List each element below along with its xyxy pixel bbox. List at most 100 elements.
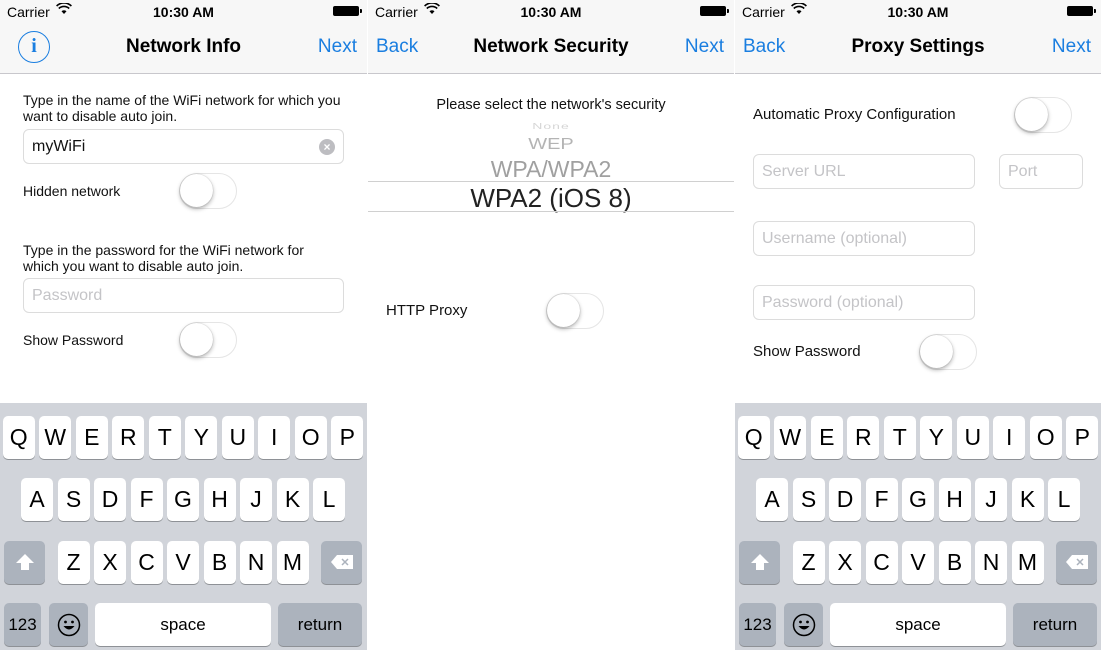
key[interactable]: P (1066, 416, 1099, 459)
network-name-prompt: Type in the name of the WiFi network for… (23, 92, 341, 124)
key[interactable]: Q (2, 416, 35, 459)
security-picker[interactable]: None WEP WPA/WPA2 WPA2 (iOS 8) (368, 110, 734, 220)
key[interactable]: V (167, 541, 199, 584)
network-name-input[interactable]: myWiFi × (23, 129, 344, 164)
key[interactable]: Q (737, 416, 770, 459)
key[interactable]: I (993, 416, 1026, 459)
next-button[interactable]: Next (1052, 36, 1091, 58)
network-info-screen: Carrier 10:30 AM i Network Info Next Typ… (0, 0, 367, 650)
key[interactable]: K (276, 478, 309, 521)
shift-key[interactable] (4, 541, 45, 584)
status-bar: Carrier 10:30 AM (0, 0, 367, 22)
password-input[interactable]: Password (23, 278, 344, 313)
port-input[interactable]: Port (999, 154, 1083, 189)
key[interactable]: W (774, 416, 807, 459)
key[interactable]: G (167, 478, 199, 521)
key[interactable]: B (938, 541, 971, 584)
key[interactable]: N (240, 541, 272, 584)
return-key[interactable]: return (1013, 603, 1097, 646)
battery-icon (700, 6, 729, 16)
key[interactable]: B (203, 541, 236, 584)
key[interactable]: S (792, 478, 825, 521)
key[interactable]: L (313, 478, 345, 521)
key[interactable]: X (94, 541, 126, 584)
next-button[interactable]: Next (685, 36, 724, 58)
key[interactable]: E (810, 416, 843, 459)
delete-key[interactable] (1056, 541, 1097, 584)
username-placeholder: Username (optional) (762, 230, 907, 247)
key[interactable]: I (258, 416, 291, 459)
username-input[interactable]: Username (optional) (753, 221, 975, 256)
key[interactable]: V (902, 541, 934, 584)
key[interactable]: H (938, 478, 971, 521)
emoji-key[interactable] (49, 603, 88, 646)
auto-proxy-toggle[interactable] (1014, 97, 1072, 133)
picker-option[interactable]: WPA/WPA2 (368, 156, 734, 183)
toggle-knob (1015, 98, 1048, 131)
key[interactable]: Y (920, 416, 953, 459)
password-prompt: Type in the password for the WiFi networ… (23, 242, 304, 274)
key[interactable]: A (756, 478, 788, 521)
key[interactable]: P (331, 416, 364, 459)
key[interactable]: S (57, 478, 90, 521)
key[interactable]: M (276, 541, 309, 584)
key[interactable]: N (975, 541, 1007, 584)
hidden-network-toggle[interactable] (179, 173, 237, 209)
key[interactable]: A (21, 478, 53, 521)
space-key[interactable]: space (830, 603, 1006, 646)
delete-key[interactable] (321, 541, 362, 584)
numbers-key[interactable]: 123 (4, 603, 41, 646)
key[interactable]: D (94, 478, 126, 521)
emoji-key[interactable] (784, 603, 823, 646)
proxy-password-input[interactable]: Password (optional) (753, 285, 975, 320)
key[interactable]: R (847, 416, 880, 459)
picker-option[interactable]: None (368, 121, 734, 131)
space-key[interactable]: space (95, 603, 271, 646)
key[interactable]: T (883, 416, 916, 459)
http-proxy-toggle[interactable] (546, 293, 604, 329)
key[interactable]: G (902, 478, 934, 521)
key[interactable]: T (148, 416, 181, 459)
key[interactable]: Z (792, 541, 825, 584)
key[interactable]: U (221, 416, 254, 459)
numbers-key[interactable]: 123 (739, 603, 776, 646)
key[interactable]: W (39, 416, 72, 459)
delete-icon (1065, 555, 1088, 569)
return-key[interactable]: return (278, 603, 362, 646)
hidden-network-label: Hidden network (23, 183, 121, 199)
key[interactable]: F (865, 478, 898, 521)
show-password-toggle[interactable] (919, 334, 977, 370)
key[interactable]: H (203, 478, 236, 521)
key[interactable]: M (1011, 541, 1044, 584)
key[interactable]: X (829, 541, 861, 584)
next-button[interactable]: Next (318, 36, 357, 58)
key[interactable]: J (240, 478, 272, 521)
key[interactable]: C (865, 541, 898, 584)
status-bar: Carrier 10:30 AM (368, 0, 734, 22)
status-time: 10:30 AM (153, 4, 214, 20)
shift-key[interactable] (739, 541, 780, 584)
key[interactable]: E (75, 416, 108, 459)
network-name-value: myWiFi (32, 138, 86, 155)
key[interactable]: L (1048, 478, 1080, 521)
key[interactable]: K (1011, 478, 1044, 521)
key[interactable]: Y (185, 416, 218, 459)
picker-selection-line-top (368, 181, 734, 182)
key[interactable]: D (829, 478, 861, 521)
key[interactable]: F (130, 478, 163, 521)
server-url-input[interactable]: Server URL (753, 154, 975, 189)
password-placeholder: Password (32, 287, 103, 304)
key[interactable]: Z (57, 541, 90, 584)
key[interactable]: J (975, 478, 1007, 521)
show-password-toggle[interactable] (179, 322, 237, 358)
key[interactable]: C (130, 541, 163, 584)
key[interactable]: O (1029, 416, 1062, 459)
key[interactable]: R (112, 416, 145, 459)
page-title: Network Info (125, 36, 242, 57)
clear-text-icon[interactable]: × (319, 139, 335, 155)
picker-selection-line-bottom (368, 211, 734, 212)
picker-option[interactable]: WEP (368, 135, 734, 153)
picker-option-selected[interactable]: WPA2 (iOS 8) (368, 183, 734, 214)
key[interactable]: O (294, 416, 327, 459)
key[interactable]: U (956, 416, 989, 459)
